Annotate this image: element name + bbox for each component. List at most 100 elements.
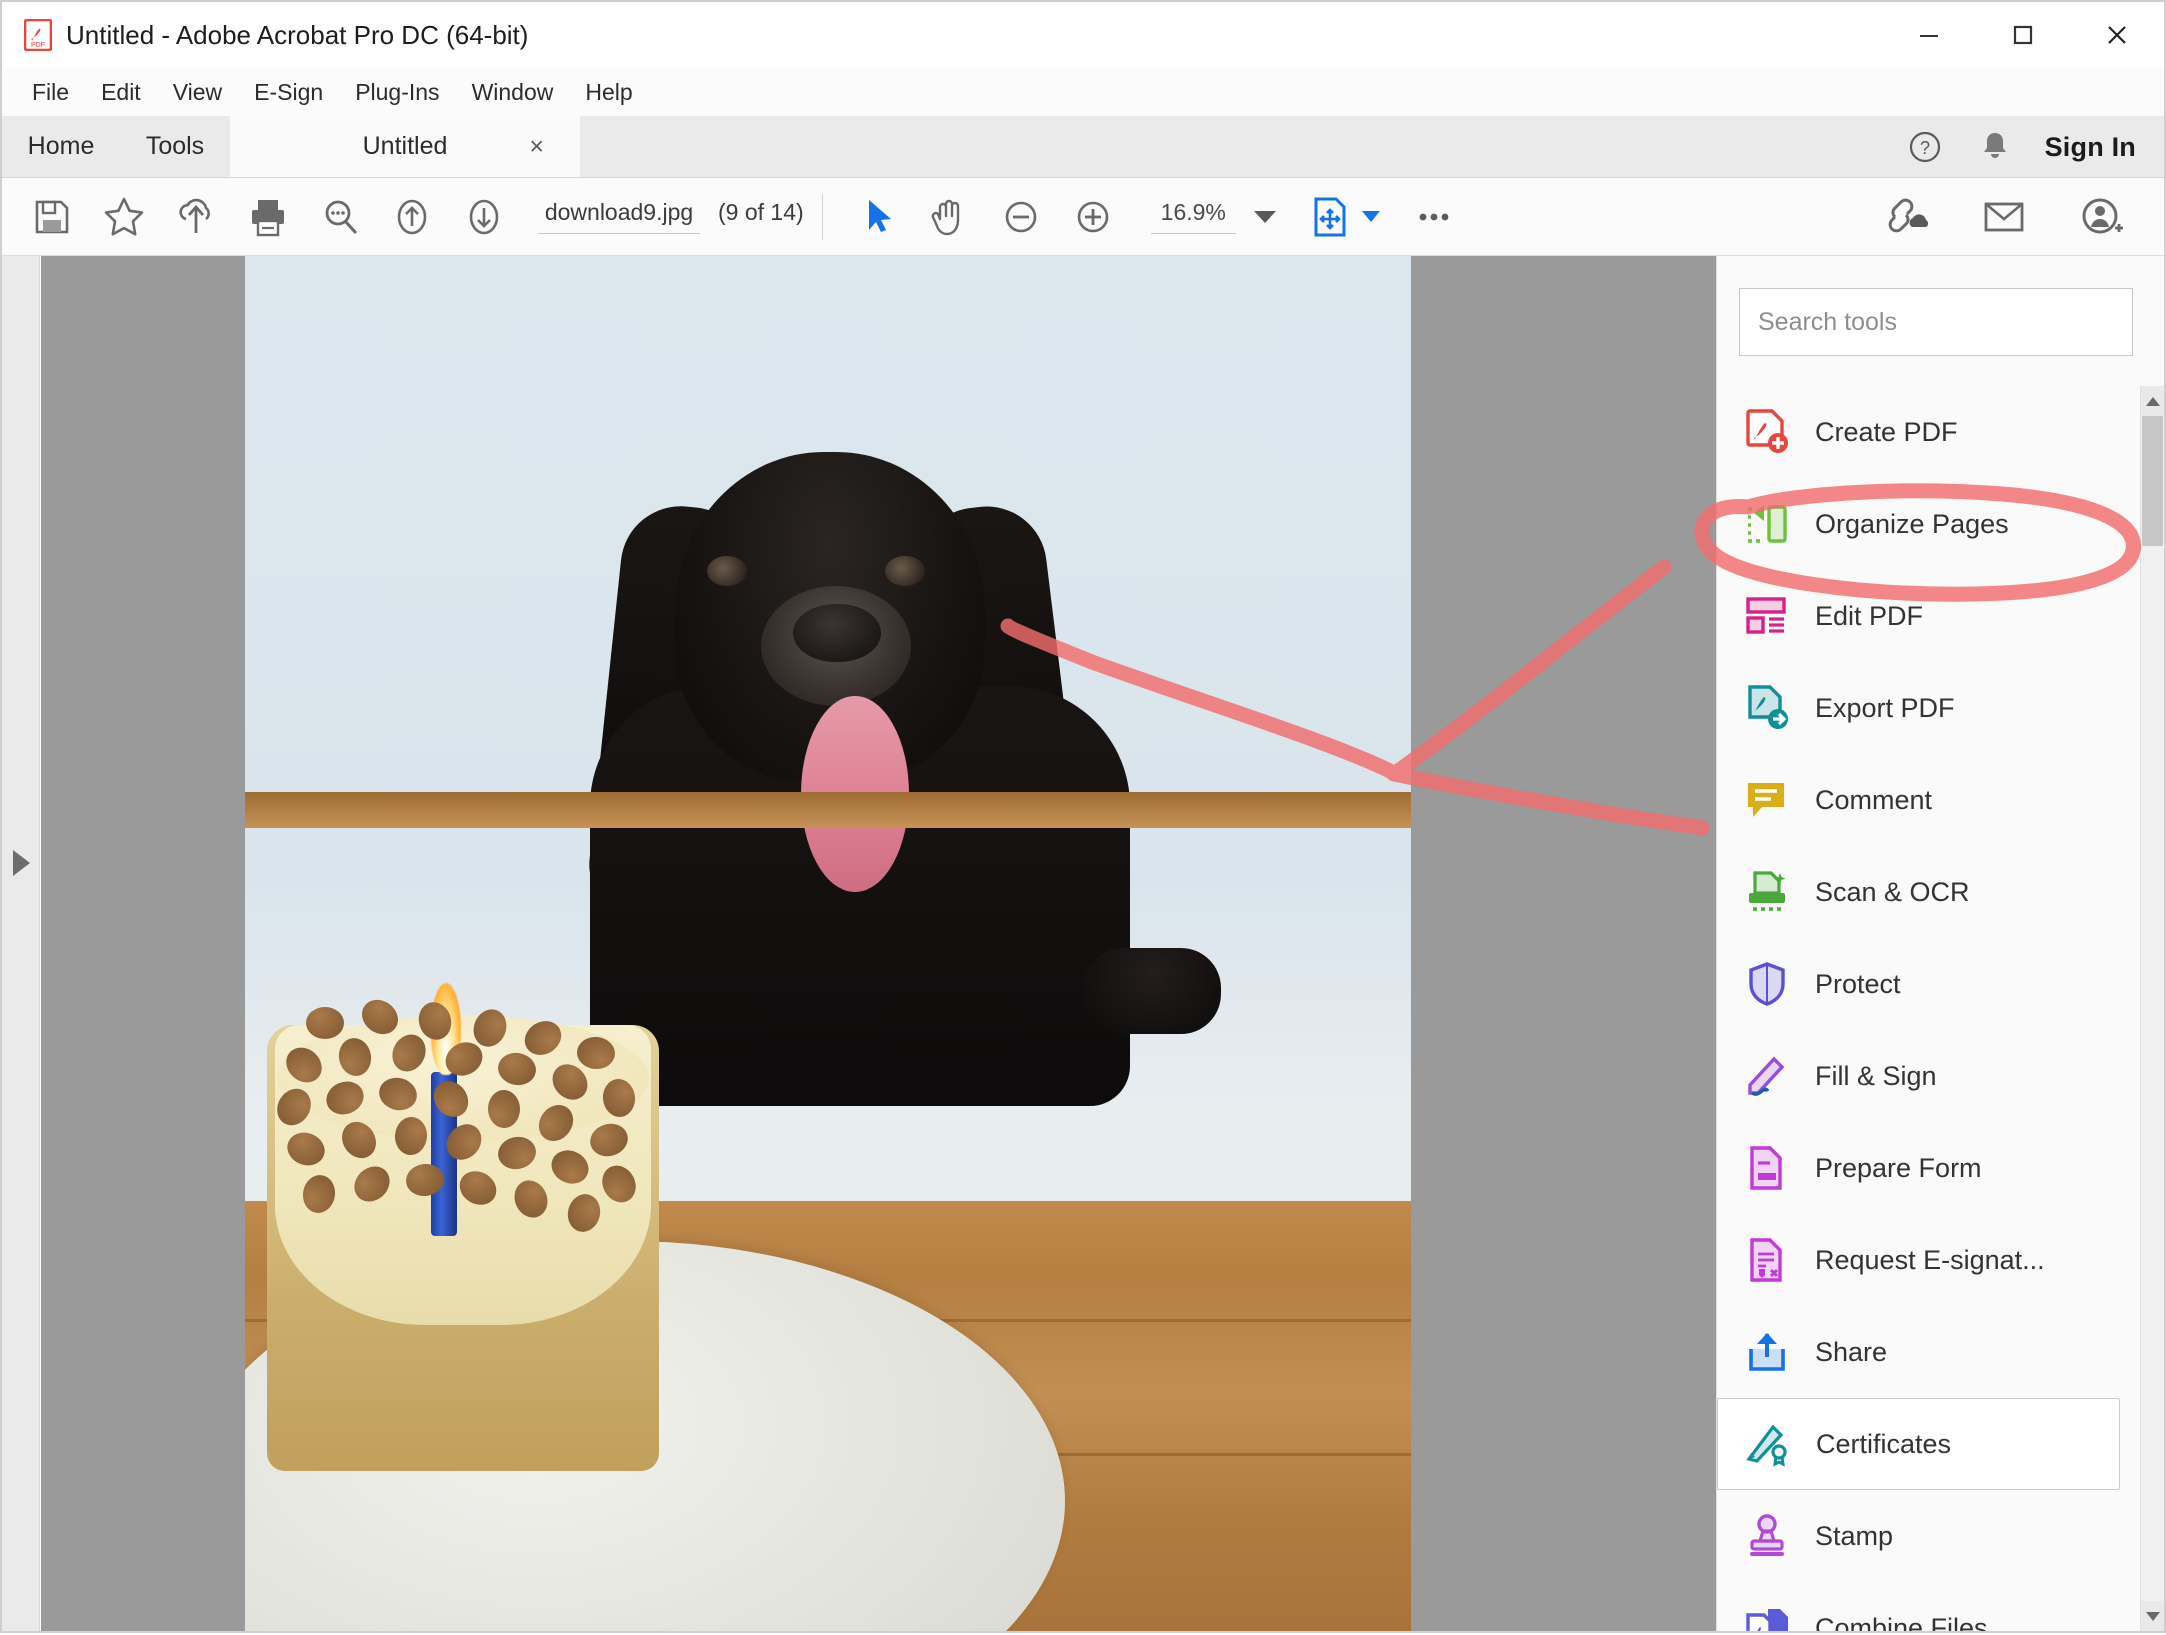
document-toolbar: download9.jpg (9 of 14) 16.9%: [2, 178, 2164, 256]
tool-item-stamp[interactable]: Stamp: [1717, 1490, 2140, 1582]
expand-right-triangle-icon[interactable]: [13, 850, 30, 876]
export-pdf-icon: [1741, 682, 1793, 734]
tool-item-combine-files[interactable]: Combine Files: [1717, 1582, 2140, 1631]
tool-item-label: Prepare Form: [1815, 1152, 1982, 1183]
menu-item-view[interactable]: View: [157, 75, 238, 110]
close-button[interactable]: [2070, 2, 2164, 68]
zoom-level-value[interactable]: 16.9%: [1150, 199, 1236, 234]
toolbar-divider: [821, 193, 823, 240]
tool-item-certificates[interactable]: Certificates: [1717, 1398, 2120, 1490]
fit-page-chevron-down-icon[interactable]: [1361, 211, 1380, 222]
search-tools-input[interactable]: Search tools: [1739, 288, 2133, 356]
tab-strip-right: ? Sign In: [1905, 116, 2164, 178]
search-icon[interactable]: [312, 189, 368, 245]
help-circle-icon[interactable]: ?: [1905, 127, 1945, 167]
menu-bar: File Edit View E-Sign Plug-Ins Window He…: [2, 68, 2164, 116]
tool-item-protect[interactable]: Protect: [1717, 938, 2140, 1030]
fill-sign-icon: [1741, 1050, 1793, 1102]
left-panel-strip[interactable]: [2, 256, 40, 1631]
dog-eye-left: [707, 556, 747, 586]
tab-close-icon[interactable]: ×: [529, 134, 544, 159]
prepare-form-icon: [1741, 1142, 1793, 1194]
table-edge: [245, 792, 1411, 828]
chevron-down-icon[interactable]: [1253, 210, 1276, 223]
tool-item-label: Combine Files: [1815, 1612, 1988, 1632]
tool-item-label: Create PDF: [1815, 416, 1958, 447]
zoom-out-icon[interactable]: [993, 189, 1049, 245]
certificates-icon: [1742, 1418, 1794, 1470]
tool-item-label: Fill & Sign: [1815, 1060, 1937, 1091]
fit-page-icon[interactable]: [1302, 189, 1358, 245]
tools-scroll-up-button[interactable]: [2141, 386, 2164, 416]
minimize-button[interactable]: [1882, 2, 1976, 68]
svg-text:?: ?: [1920, 138, 1930, 158]
pdf-page[interactable]: [245, 256, 1411, 1631]
tools-scroll-down-button[interactable]: [2141, 1601, 2164, 1631]
add-person-icon[interactable]: [2074, 189, 2130, 245]
tool-item-export-pdf[interactable]: Export PDF: [1717, 662, 2140, 754]
search-tools-placeholder: Search tools: [1758, 307, 1897, 336]
tool-item-comment[interactable]: Comment: [1717, 754, 2140, 846]
tab-home[interactable]: Home: [2, 116, 120, 177]
tool-item-label: Export PDF: [1815, 692, 1955, 723]
menu-item-window[interactable]: Window: [456, 75, 570, 110]
svg-text:PDF: PDF: [31, 42, 45, 49]
create-pdf-icon: [1741, 406, 1793, 458]
menu-item-e-sign[interactable]: E-Sign: [238, 75, 339, 110]
chevron-down-icon: [2145, 1611, 2160, 1621]
menu-item-help[interactable]: Help: [569, 75, 648, 110]
tool-item-share[interactable]: Share: [1717, 1306, 2140, 1398]
tool-item-fill-sign[interactable]: Fill & Sign: [1717, 1030, 2140, 1122]
save-icon[interactable]: [24, 189, 80, 245]
tool-item-edit-pdf[interactable]: Edit PDF: [1717, 570, 2140, 662]
select-cursor-icon[interactable]: [849, 189, 905, 245]
next-page-icon[interactable]: [456, 189, 512, 245]
tools-panel-scrollbar[interactable]: [2140, 386, 2164, 1631]
tool-item-organize-pages[interactable]: Organize Pages: [1717, 478, 2140, 570]
toolbar-right-group: [1856, 178, 2138, 256]
comment-icon: [1741, 774, 1793, 826]
scan-ocr-icon: [1741, 866, 1793, 918]
pdf-logo-icon: PDF: [24, 19, 52, 51]
tool-item-create-pdf[interactable]: Create PDF: [1717, 386, 2140, 478]
maximize-button[interactable]: [1976, 2, 2070, 68]
dog-eye-right: [885, 556, 925, 586]
tool-item-request-e-signat[interactable]: Request E-signat...: [1717, 1214, 2140, 1306]
cake-kibble: [306, 1006, 345, 1039]
tool-item-label: Edit PDF: [1815, 600, 1924, 631]
acrobat-window: PDF Untitled - Adobe Acrobat Pro DC (64-…: [0, 0, 2166, 1633]
print-icon[interactable]: [240, 189, 296, 245]
previous-page-icon[interactable]: [384, 189, 440, 245]
organize-pages-icon: [1741, 498, 1793, 550]
zoom-control: 16.9%: [1150, 199, 1276, 234]
filename-field[interactable]: download9.jpg: [538, 199, 700, 234]
zoom-in-icon[interactable]: [1065, 189, 1121, 245]
tool-item-prepare-form[interactable]: Prepare Form: [1717, 1122, 2140, 1214]
tool-item-label: Scan & OCR: [1815, 876, 1970, 907]
page-photo: [245, 256, 1411, 1631]
page-indicator: (9 of 14): [718, 199, 804, 225]
tool-item-scan-ocr[interactable]: Scan & OCR: [1717, 846, 2140, 938]
page-navigation-group: download9.jpg (9 of 14): [538, 199, 804, 234]
menu-item-edit[interactable]: Edit: [85, 75, 157, 110]
tab-strip: Home Tools Untitled × ? Sign In: [2, 116, 2164, 178]
menu-item-file[interactable]: File: [16, 75, 85, 110]
share-link-icon[interactable]: [1878, 189, 1934, 245]
stamp-icon: [1741, 1510, 1793, 1562]
tab-document[interactable]: Untitled ×: [230, 116, 580, 177]
combine-files-icon: [1741, 1602, 1793, 1631]
dog-nose: [793, 604, 881, 662]
email-icon[interactable]: [1976, 189, 2032, 245]
hand-tool-icon[interactable]: [921, 189, 977, 245]
tab-tools[interactable]: Tools: [120, 116, 230, 177]
protect-shield-icon: [1741, 958, 1793, 1010]
star-icon[interactable]: [96, 189, 152, 245]
menu-item-plug-ins[interactable]: Plug-Ins: [339, 75, 455, 110]
title-bar-left: PDF Untitled - Adobe Acrobat Pro DC (64-…: [2, 19, 528, 51]
sign-in-button[interactable]: Sign In: [2045, 132, 2136, 163]
tool-item-label: Share: [1815, 1336, 1888, 1367]
upload-cloud-icon[interactable]: [168, 189, 224, 245]
tools-scrollbar-thumb[interactable]: [2142, 416, 2163, 546]
notification-bell-icon[interactable]: [1975, 127, 2015, 167]
more-options-icon[interactable]: [1406, 189, 1462, 245]
